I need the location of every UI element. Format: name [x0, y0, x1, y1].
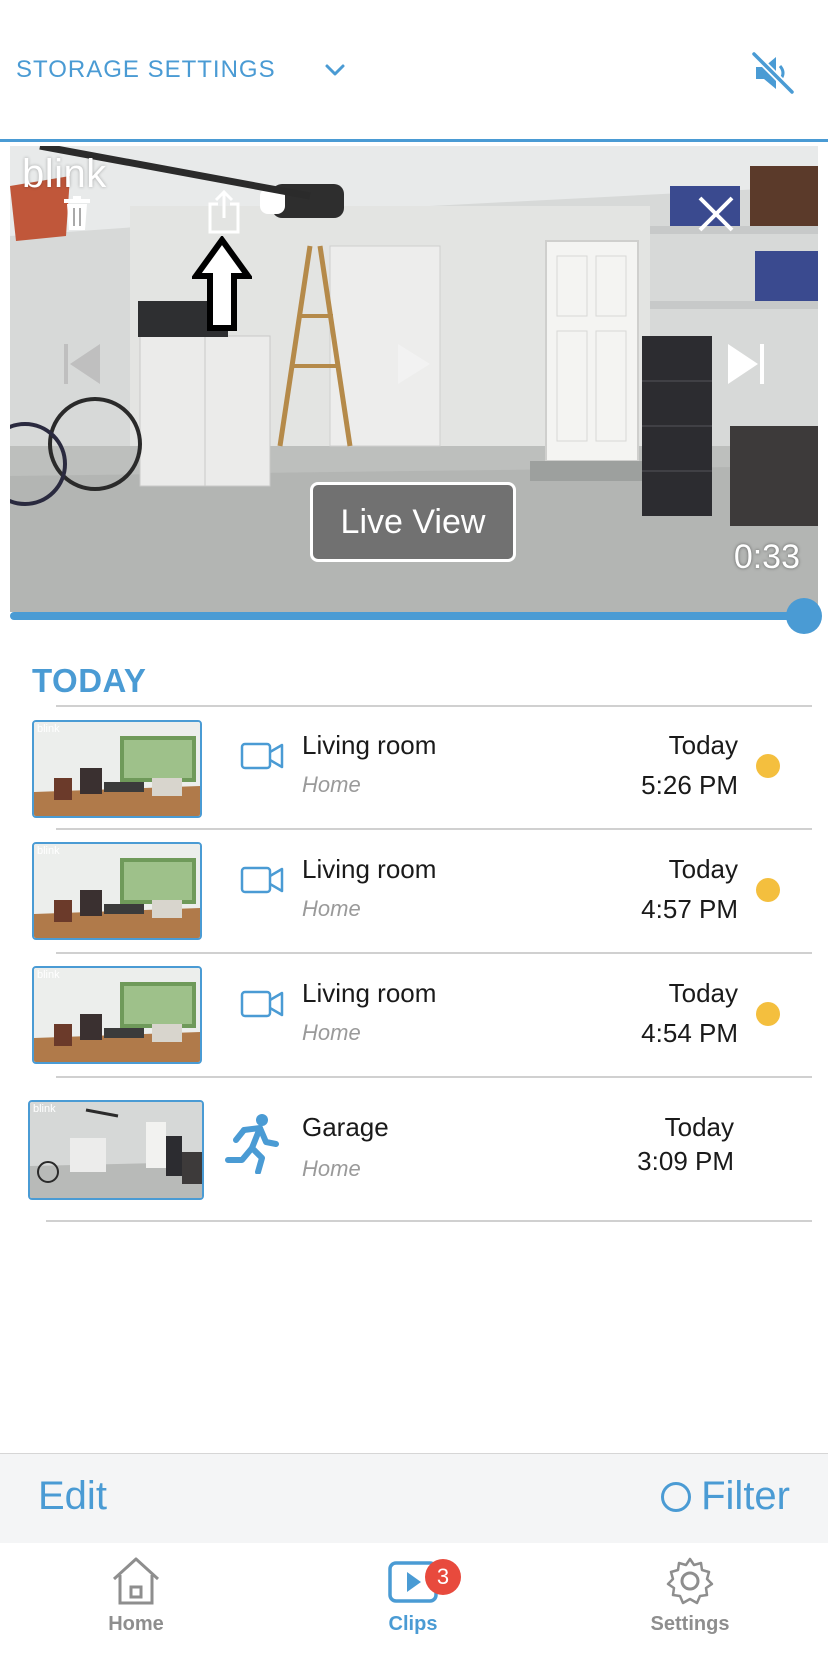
tab-settings-label: Settings — [650, 1613, 730, 1635]
speaker-muted-icon[interactable] — [750, 50, 796, 96]
clip-location: Home — [302, 772, 361, 797]
clip-location: Home — [302, 896, 361, 921]
clip-time: 4:54 PM — [641, 1018, 738, 1048]
divider — [46, 1220, 812, 1222]
storage-settings-label: STORAGE SETTINGS — [16, 56, 276, 83]
clip-row[interactable]: blink Living room Home Today 4:57 PM — [0, 832, 828, 954]
clip-camera-name: Living room — [302, 978, 437, 1008]
share-icon[interactable] — [206, 190, 242, 234]
video-time: 0:33 — [733, 538, 800, 576]
clip-camera-name: Garage — [302, 1112, 389, 1142]
edit-button[interactable]: Edit — [38, 1474, 107, 1519]
clip-day: Today — [664, 1112, 734, 1142]
blink-logo: blink — [22, 152, 107, 196]
divider — [56, 1076, 812, 1078]
clip-day: Today — [668, 978, 738, 1008]
motion-running-icon — [225, 1114, 279, 1174]
thumbnail-brand: blink — [33, 1103, 56, 1115]
clips-count-badge: 3 — [425, 1559, 461, 1595]
clip-camera-name: Living room — [302, 854, 437, 884]
unread-dot — [756, 1002, 780, 1026]
clip-time: 3:09 PM — [637, 1146, 734, 1176]
divider — [56, 828, 812, 830]
tab-clips-label: Clips — [388, 1613, 438, 1635]
storage-settings-dropdown[interactable]: STORAGE SETTINGS — [16, 56, 346, 84]
divider — [56, 705, 812, 707]
clip-location: Home — [302, 1156, 361, 1181]
live-view-button[interactable]: Live View — [310, 482, 516, 562]
arrow-up-icon — [192, 236, 252, 331]
clip-location: Home — [302, 1020, 361, 1045]
play-icon[interactable] — [396, 342, 432, 386]
video-player[interactable]: blink Live View 0:33 — [10, 146, 818, 612]
tab-home-label: Home — [108, 1613, 164, 1635]
chevron-down-icon — [325, 64, 345, 76]
close-icon[interactable] — [696, 194, 736, 234]
gear-icon — [666, 1557, 714, 1605]
filter-label: Filter — [701, 1474, 790, 1518]
skip-previous-icon[interactable] — [62, 342, 102, 386]
filter-button[interactable]: Filter — [661, 1474, 790, 1519]
clip-row[interactable]: blink Living room Home Today 4:54 PM — [0, 956, 828, 1078]
clip-thumbnail: blink — [32, 842, 202, 940]
skip-next-icon[interactable] — [726, 342, 766, 386]
clip-time: 4:57 PM — [641, 894, 738, 924]
clip-day: Today — [668, 730, 738, 760]
video-camera-icon — [240, 866, 284, 894]
tab-settings[interactable]: Settings — [590, 1555, 790, 1636]
unread-dot — [756, 754, 780, 778]
tab-home[interactable]: Home — [36, 1555, 236, 1636]
trash-icon[interactable] — [64, 196, 90, 230]
progress-scrubber[interactable] — [786, 598, 822, 634]
clip-row[interactable]: blink Garage Home Today 3:09 PM — [0, 1090, 828, 1220]
clips-action-bar: Edit Filter — [0, 1453, 828, 1544]
divider — [56, 952, 812, 954]
top-bar: STORAGE SETTINGS — [0, 0, 828, 142]
clip-day: Today — [668, 854, 738, 884]
clip-thumbnail: blink — [32, 720, 202, 818]
section-title-today: TODAY — [32, 662, 147, 699]
thumbnail-brand: blink — [37, 723, 60, 735]
thumbnail-brand: blink — [37, 969, 60, 981]
clip-camera-name: Living room — [302, 730, 437, 760]
home-icon — [112, 1557, 160, 1605]
clip-thumbnail: blink — [28, 1100, 204, 1200]
tab-bar: Home Clips 3 Settings — [0, 1543, 828, 1676]
video-camera-icon — [240, 990, 284, 1018]
video-camera-icon — [240, 742, 284, 770]
unread-dot — [756, 878, 780, 902]
thumbnail-brand: blink — [37, 845, 60, 857]
clip-thumbnail: blink — [32, 966, 202, 1064]
clip-row[interactable]: blink Living room Home Today 5:26 PM — [0, 708, 828, 830]
clip-time: 5:26 PM — [641, 770, 738, 800]
tab-clips[interactable]: Clips 3 — [313, 1555, 513, 1636]
filter-circle-icon — [661, 1481, 692, 1512]
video-progress-bar[interactable] — [10, 612, 804, 620]
